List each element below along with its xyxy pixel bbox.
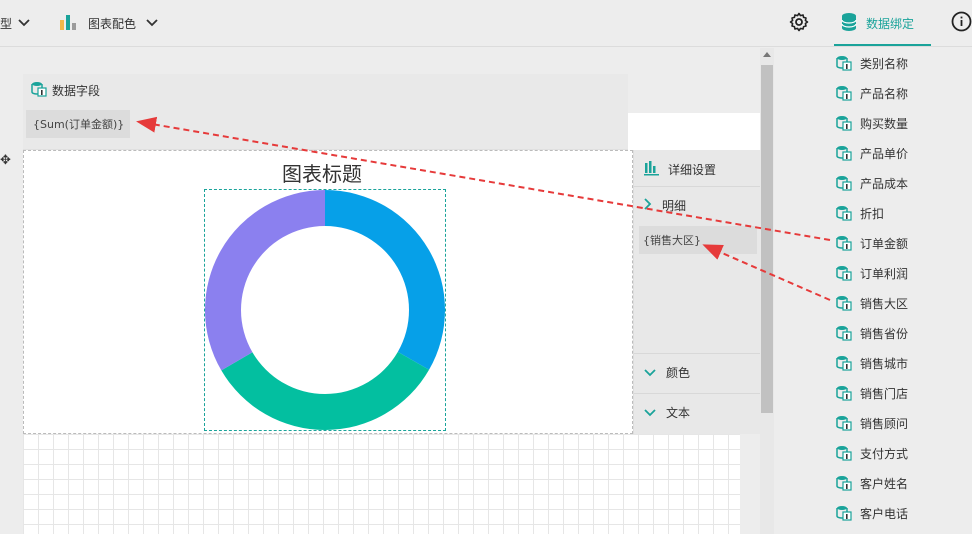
- vertical-scrollbar[interactable]: [760, 48, 774, 534]
- detail-section-label: 明细: [662, 199, 687, 213]
- field-item[interactable]: 产品单价: [836, 138, 908, 168]
- field-item[interactable]: 折扣: [836, 198, 884, 228]
- data-field-title: 数据字段: [52, 84, 101, 98]
- field-label: 销售城市: [860, 356, 909, 371]
- field-icon: [836, 55, 860, 71]
- chart-title[interactable]: 图表标题: [282, 158, 362, 187]
- field-icon: [836, 325, 860, 341]
- scroll-up-arrow[interactable]: [763, 52, 771, 57]
- chart-settings-icon: [644, 160, 660, 179]
- canvas-strip: [628, 113, 760, 150]
- field-icon: [836, 205, 860, 221]
- data-field-header: 数据字段: [31, 81, 100, 100]
- field-label: 客户姓名: [860, 476, 909, 491]
- text-section-toggle[interactable]: 文本: [634, 393, 761, 431]
- field-item[interactable]: 订单金额: [836, 228, 908, 258]
- color-section-toggle[interactable]: 颜色: [634, 353, 761, 391]
- field-label: 购买数量: [860, 116, 909, 131]
- field-item[interactable]: 销售门店: [836, 378, 908, 408]
- field-label: 支付方式: [860, 446, 909, 461]
- field-icon: [836, 175, 860, 191]
- field-item[interactable]: 销售大区: [836, 288, 908, 318]
- field-item[interactable]: 产品成本: [836, 168, 908, 198]
- field-icon: [836, 355, 860, 371]
- field-icon: [836, 505, 860, 521]
- donut-slice[interactable]: [325, 190, 445, 370]
- field-item[interactable]: 销售顾问: [836, 408, 908, 438]
- bar-chart-icon: [60, 14, 78, 33]
- chart-color-label: 图表配色: [88, 16, 137, 31]
- tab-active-indicator: [834, 44, 931, 46]
- field-label: 产品名称: [860, 86, 909, 101]
- field-icon: [836, 85, 860, 101]
- tab-data-binding[interactable]: 数据绑定: [834, 0, 931, 46]
- detail-settings-label: 详细设置: [668, 162, 717, 177]
- field-item[interactable]: 类别名称: [836, 48, 908, 78]
- field-label: 销售大区: [860, 296, 909, 311]
- detail-value[interactable]: {销售大区}: [639, 226, 757, 254]
- field-icon: [836, 265, 860, 281]
- color-section-label: 颜色: [666, 366, 691, 380]
- data-field-value[interactable]: {Sum(订单金额)}: [26, 110, 130, 138]
- field-label: 订单金额: [860, 236, 909, 251]
- donut-slice[interactable]: [205, 190, 325, 371]
- field-label: 销售顾问: [860, 416, 909, 431]
- field-icon: [836, 445, 860, 461]
- donut-slice[interactable]: [221, 351, 430, 430]
- chevron-down-icon: [644, 366, 656, 380]
- field-icon: [836, 145, 860, 161]
- data-binding-label: 数据绑定: [866, 16, 915, 31]
- field-label: 折扣: [860, 206, 885, 221]
- detail-settings-header: 详细设置: [634, 150, 761, 188]
- info-icon: [951, 11, 972, 35]
- field-icon: [836, 115, 860, 131]
- top-toolbar: 型 图表配色 数据绑定: [0, 0, 972, 47]
- field-item[interactable]: 支付方式: [836, 438, 908, 468]
- detail-settings-panel: 详细设置 明细 {销售大区} 颜色 文本: [633, 150, 761, 434]
- field-label: 订单利润: [860, 266, 909, 281]
- field-label: 产品单价: [860, 146, 909, 161]
- fields-panel: 类别名称产品名称购买数量产品单价产品成本折扣订单金额订单利润销售大区销售省份销售…: [774, 48, 972, 534]
- field-label: 客户电话: [860, 506, 909, 521]
- gear-icon: [789, 12, 809, 35]
- field-item[interactable]: 客户电话: [836, 498, 908, 528]
- field-label: 销售门店: [860, 386, 909, 401]
- chevron-right-icon: [644, 198, 652, 213]
- field-label: 产品成本: [860, 176, 909, 191]
- field-icon: [836, 235, 860, 251]
- field-icon: [836, 475, 860, 491]
- field-item[interactable]: 销售省份: [836, 318, 908, 348]
- chart-type-dropdown[interactable]: 型: [0, 0, 30, 46]
- field-item[interactable]: 销售城市: [836, 348, 908, 378]
- field-item[interactable]: 客户姓名: [836, 468, 908, 498]
- field-item[interactable]: 产品名称: [836, 78, 908, 108]
- field-icon: [836, 295, 860, 311]
- chart-color-dropdown[interactable]: 图表配色: [60, 0, 158, 46]
- info-button[interactable]: [951, 0, 972, 46]
- canvas-grid: [23, 434, 740, 534]
- field-item[interactable]: 购买数量: [836, 108, 908, 138]
- donut-chart[interactable]: [204, 189, 446, 431]
- field-label: 销售省份: [860, 326, 909, 341]
- chart-type-label: 型: [0, 16, 13, 31]
- chevron-down-icon: [18, 16, 30, 30]
- data-field-icon: [31, 81, 47, 100]
- move-icon[interactable]: ✥: [0, 154, 14, 168]
- chevron-down-icon: [644, 406, 656, 420]
- detail-section-toggle[interactable]: 明细: [634, 186, 761, 224]
- field-icon: [836, 385, 860, 401]
- database-icon: [840, 12, 858, 35]
- field-item[interactable]: 订单利润: [836, 258, 908, 288]
- scroll-thumb[interactable]: [761, 65, 773, 413]
- settings-button[interactable]: [789, 0, 809, 46]
- donut-svg: [205, 190, 445, 430]
- field-label: 类别名称: [860, 56, 909, 71]
- field-icon: [836, 415, 860, 431]
- data-field-panel: 数据字段 {Sum(订单金额)}: [23, 74, 628, 150]
- text-section-label: 文本: [666, 406, 691, 420]
- chevron-down-icon: [146, 16, 158, 30]
